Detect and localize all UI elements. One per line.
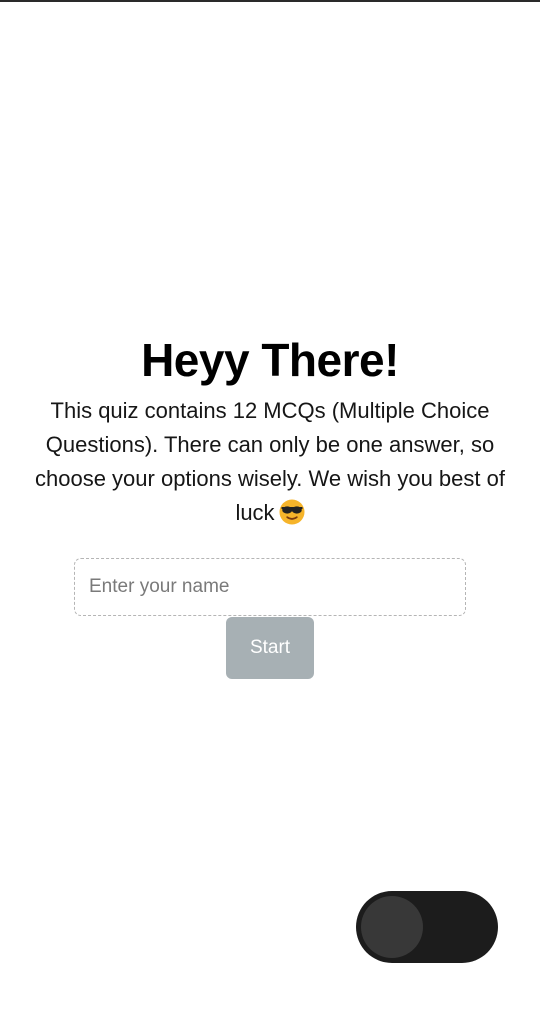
sunglasses-face-icon	[279, 499, 305, 525]
page-title: Heyy There!	[141, 334, 399, 386]
intro-section: Heyy There! This quiz contains 12 MCQs (…	[0, 332, 540, 679]
toggle-knob	[361, 896, 423, 958]
quiz-description-text: This quiz contains 12 MCQs (Multiple Cho…	[35, 398, 505, 525]
theme-toggle[interactable]	[356, 891, 498, 963]
name-input[interactable]	[74, 558, 466, 616]
quiz-description: This quiz contains 12 MCQs (Multiple Cho…	[25, 394, 515, 530]
start-button[interactable]: Start	[226, 617, 314, 679]
top-border	[0, 0, 540, 2]
